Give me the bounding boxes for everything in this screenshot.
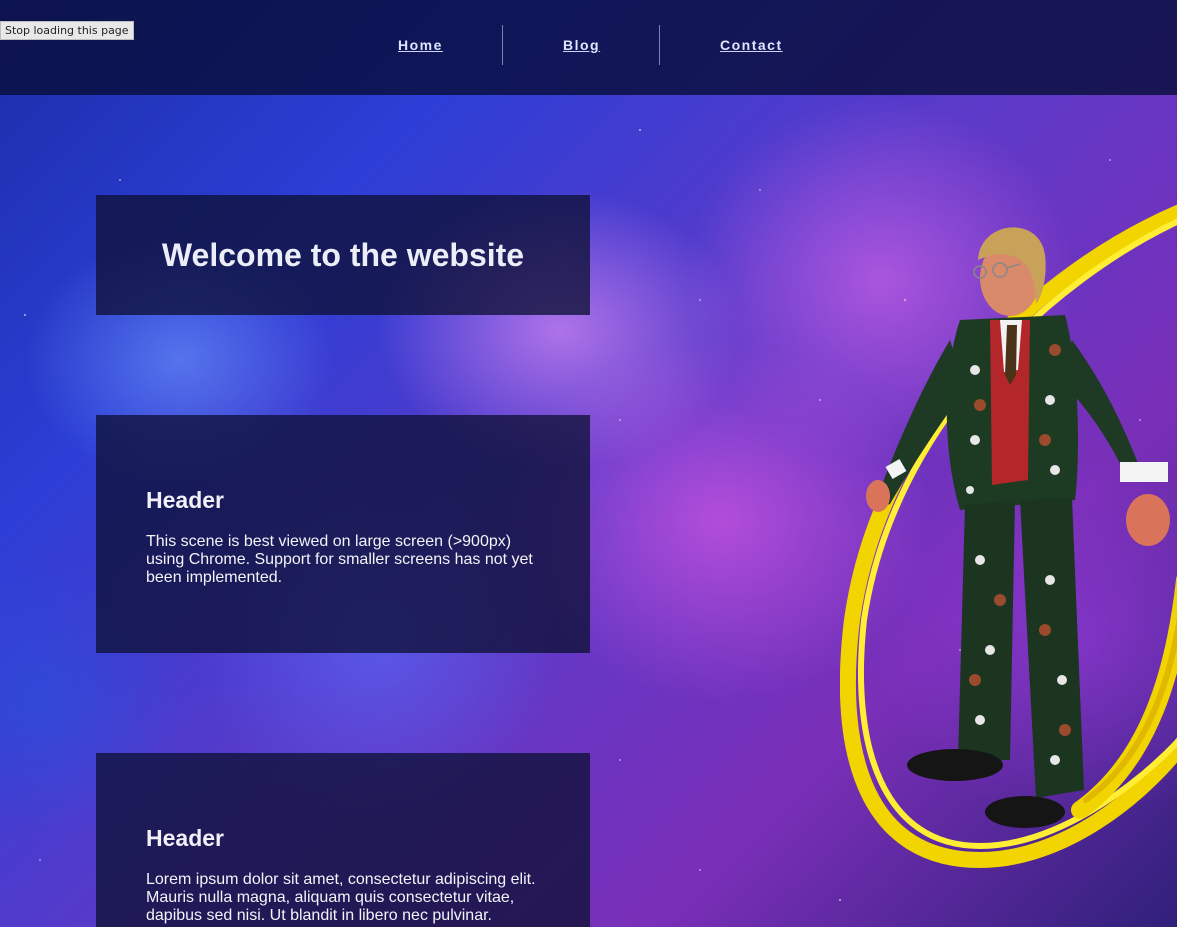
nav-divider — [502, 25, 503, 65]
card-header: Header — [146, 825, 224, 851]
top-navbar: Home Blog Contact — [0, 0, 1177, 95]
card-body: Lorem ipsum dolor sit amet, consectetur … — [146, 871, 536, 924]
page-title: Welcome to the website — [161, 236, 525, 273]
3d-avatar-scene[interactable] — [839, 200, 1177, 880]
nav-home-link[interactable]: Home — [398, 37, 443, 53]
card-header: Header — [146, 487, 224, 513]
nav-contact-link[interactable]: Contact — [720, 37, 783, 53]
stop-loading-tooltip: Stop loading this page — [0, 21, 134, 40]
welcome-panel: Welcome to the website — [96, 195, 590, 315]
avatar-graphic — [839, 204, 1177, 869]
nav-blog-link[interactable]: Blog — [563, 37, 600, 53]
info-card: Header Lorem ipsum dolor sit amet, conse… — [96, 753, 590, 927]
info-card: Header This scene is best viewed on larg… — [96, 415, 590, 653]
card-body: This scene is best viewed on large scree… — [146, 533, 533, 586]
nav-divider — [659, 25, 660, 65]
page: Home Blog Contact Stop loading this page… — [0, 0, 1177, 927]
